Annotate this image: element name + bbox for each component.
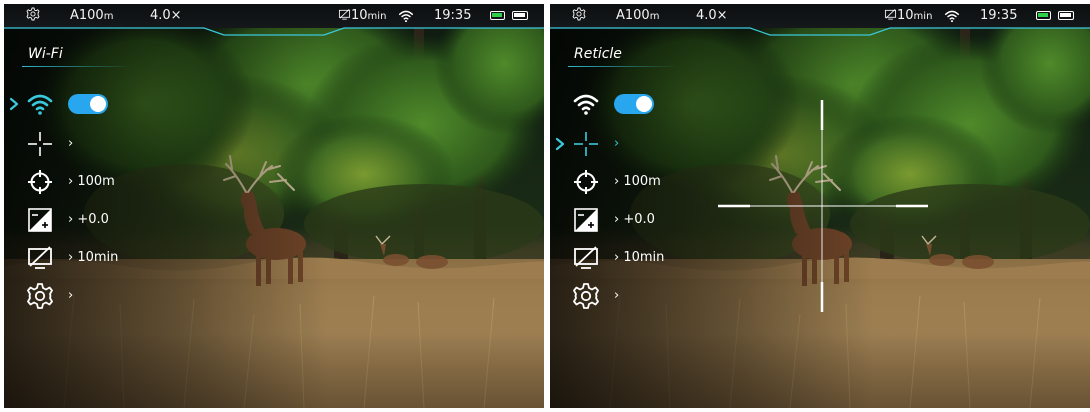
menu-item-value: › <box>68 288 74 303</box>
menu-item-value: › 100m <box>614 174 661 189</box>
brightness-icon <box>572 206 600 234</box>
menu-item-brightness[interactable]: › +0.0 <box>4 206 204 236</box>
reticle-icon <box>572 130 600 158</box>
screen-off-icon <box>26 244 54 272</box>
menu-item-value: › +0.0 <box>68 212 109 227</box>
battery-internal-icon <box>1036 11 1051 20</box>
menu-item-brightness[interactable]: › +0.0 <box>550 206 750 236</box>
menu-item-settings[interactable]: › <box>550 282 750 312</box>
rangefinder-readout: A100m <box>616 8 660 23</box>
menu-item-screen-off[interactable]: › 10min <box>4 244 204 274</box>
menu-item-value: › 10min <box>68 250 119 265</box>
settings-icon <box>26 282 54 310</box>
menu-title-underline <box>568 66 678 67</box>
menu-item-zeroing[interactable]: › 100m <box>4 168 204 198</box>
wifi-toggle[interactable] <box>614 94 654 114</box>
screen-off-status-icon <box>338 8 351 21</box>
menu-item-wifi[interactable] <box>4 90 204 120</box>
zoom-readout: 4.0× <box>696 8 728 23</box>
clock: 19:35 <box>434 8 472 23</box>
zoom-readout: 4.0× <box>150 8 182 23</box>
clock: 19:35 <box>980 8 1018 23</box>
menu-item-settings[interactable]: › <box>4 282 204 312</box>
menu-item-reticle[interactable]: › <box>4 130 204 160</box>
status-bar: A100m 4.0× 10min 19:35 <box>4 4 544 36</box>
menu-item-value: › <box>614 288 620 303</box>
screen-off-readout: 10min <box>338 8 386 25</box>
battery-external-icon <box>1058 11 1074 20</box>
wifi-icon <box>26 90 54 118</box>
wifi-status-icon <box>944 8 960 24</box>
rangefinder-readout: A100m <box>70 8 114 23</box>
battery-internal-icon <box>490 11 505 20</box>
device-screen-reticle: A100m 4.0× 10min 19:35 Reticle › › 100m … <box>550 4 1090 408</box>
battery-external-icon <box>512 11 528 20</box>
menu-item-value: › 100m <box>68 174 115 189</box>
selection-chevron-icon <box>555 137 565 151</box>
menu-item-value: › 10min <box>614 250 665 265</box>
reticle-icon <box>26 130 54 158</box>
wifi-icon <box>572 90 600 118</box>
wifi-status-icon <box>398 8 414 24</box>
menu-title: Reticle <box>574 46 622 62</box>
menu-item-value: › <box>68 136 74 151</box>
brightness-icon <box>26 206 54 234</box>
selection-chevron-icon <box>9 97 19 111</box>
zeroing-icon <box>26 168 54 196</box>
menu-item-value: › <box>614 136 620 151</box>
menu-item-value: › +0.0 <box>614 212 655 227</box>
screen-off-readout: 10min <box>884 8 932 25</box>
settings-status-icon <box>572 7 586 21</box>
menu-item-screen-off[interactable]: › 10min <box>550 244 750 274</box>
menu-item-zeroing[interactable]: › 100m <box>550 168 750 198</box>
menu-item-wifi[interactable] <box>550 90 750 120</box>
status-bar: A100m 4.0× 10min 19:35 <box>550 4 1090 36</box>
settings-status-icon <box>26 7 40 21</box>
settings-icon <box>572 282 600 310</box>
menu-title-underline <box>22 66 132 67</box>
wifi-toggle[interactable] <box>68 94 108 114</box>
zeroing-icon <box>572 168 600 196</box>
menu-item-reticle[interactable]: › <box>550 130 750 160</box>
screen-off-status-icon <box>884 8 897 21</box>
menu-title: Wi-Fi <box>28 46 63 62</box>
device-screen-wifi: A100m 4.0× 10min 19:35 Wi-Fi › › 100m › … <box>4 4 544 408</box>
screen-off-icon <box>572 244 600 272</box>
